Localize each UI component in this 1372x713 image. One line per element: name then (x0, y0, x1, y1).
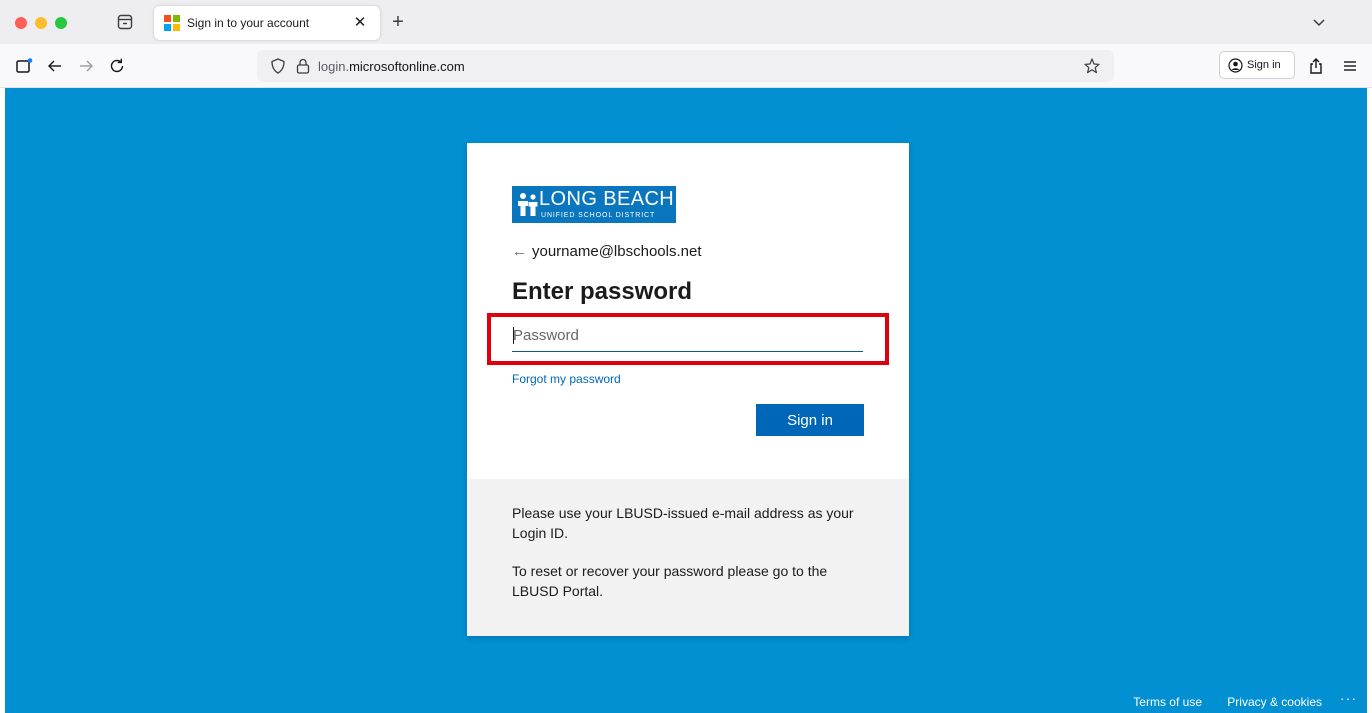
sidebar-toggle-icon[interactable] (14, 56, 34, 76)
shield-icon[interactable] (269, 57, 287, 75)
sign-in-button[interactable]: Sign in (756, 404, 864, 436)
account-icon (1228, 58, 1243, 73)
lock-icon[interactable] (295, 57, 311, 75)
sign-in-card: LONG BEACH UNIFIED SCHOOL DISTRICT ← you… (467, 143, 909, 636)
star-icon[interactable] (1083, 57, 1101, 75)
district-logo: LONG BEACH UNIFIED SCHOOL DISTRICT (512, 186, 676, 223)
window-minimize-button[interactable] (35, 17, 47, 29)
district-logo-figures-icon (517, 192, 539, 218)
more-options-icon[interactable]: ··· (1340, 690, 1357, 706)
microsoft-logo-icon (164, 15, 180, 31)
url-text[interactable]: login.microsoftonline.com (318, 59, 465, 74)
window-zoom-button[interactable] (55, 17, 67, 29)
arrow-left-icon[interactable] (45, 56, 65, 76)
info-panel: Please use your LBUSD-issued e-mail addr… (467, 479, 909, 636)
district-logo-line1: LONG BEACH (539, 188, 675, 210)
browser-navbar: login.microsoftonline.com Sign in (0, 44, 1372, 88)
window-close-button[interactable] (15, 17, 27, 29)
hamburger-menu-icon[interactable] (1340, 56, 1360, 76)
page-footer: Terms of use Privacy & cookies ··· (1097, 690, 1357, 713)
browser-titlebar: Sign in to your account ✕ + (0, 0, 1372, 44)
identity-email: yourname@lbschools.net (532, 243, 702, 260)
info-login-id-text: Please use your LBUSD-issued e-mail addr… (512, 505, 854, 541)
arrow-left-icon[interactable]: ← (512, 243, 527, 260)
tab-list-icon[interactable] (115, 12, 135, 32)
new-tab-button[interactable]: + (388, 12, 408, 32)
active-tab[interactable]: Sign in to your account ✕ (154, 6, 380, 40)
address-bar[interactable]: login.microsoftonline.com (257, 50, 1114, 82)
tab-title: Sign in to your account (187, 16, 310, 30)
reload-icon[interactable] (107, 56, 127, 76)
share-icon[interactable] (1306, 56, 1326, 76)
info-reset-password-text: To reset or recover your password please… (512, 563, 828, 599)
page-background: LONG BEACH UNIFIED SCHOOL DISTRICT ← you… (5, 88, 1367, 713)
url-prefix: login. (318, 59, 350, 74)
password-input[interactable] (512, 319, 863, 352)
chevron-down-icon[interactable] (1309, 12, 1329, 32)
district-logo-line2: UNIFIED SCHOOL DISTRICT (541, 212, 656, 219)
browser-sign-in-button[interactable]: Sign in (1219, 51, 1295, 79)
forgot-password-link[interactable]: Forgot my password (512, 372, 621, 386)
browser-sign-in-label: Sign in (1247, 59, 1281, 71)
terms-of-use-link[interactable]: Terms of use (1133, 695, 1202, 709)
tab-close-icon[interactable]: ✕ (350, 13, 370, 33)
text-caret (513, 327, 514, 344)
url-domain: microsoftonline.com (349, 59, 465, 74)
arrow-right-icon[interactable] (76, 56, 96, 76)
page-title: Enter password (512, 278, 693, 305)
privacy-cookies-link[interactable]: Privacy & cookies (1227, 695, 1322, 709)
